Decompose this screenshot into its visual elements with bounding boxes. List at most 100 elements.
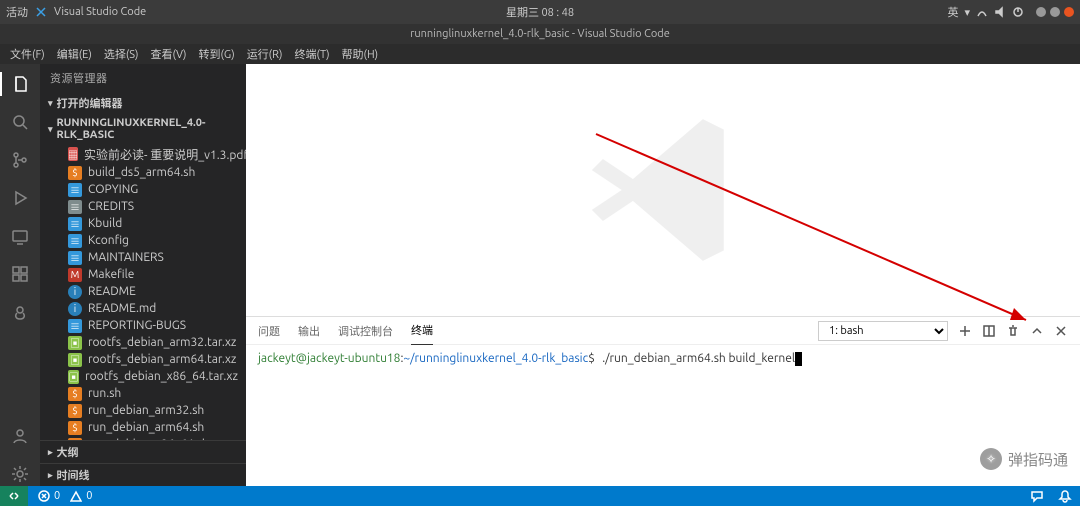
file-item[interactable]: ▦实验前必读- 重要说明_v1.3.pdf (40, 144, 246, 164)
menu-go[interactable]: 转到(G) (194, 46, 238, 62)
file-icon: $ (68, 404, 82, 418)
warning-icon (70, 490, 82, 502)
file-item[interactable]: ▣ rootfs_debian_x86_64.tar.xz (40, 368, 246, 385)
tab-output[interactable]: 输出 (298, 317, 320, 345)
outline-section[interactable]: ▸ 大纲 (40, 440, 246, 463)
file-name: rootfs_debian_x86_64.tar.xz (85, 370, 238, 383)
menu-help[interactable]: 帮助(H) (338, 46, 383, 62)
file-icon: ≡ (68, 217, 82, 231)
file-name: build_ds5_arm64.sh (88, 166, 195, 179)
menu-edit[interactable]: 编辑(E) (53, 46, 96, 62)
search-icon[interactable] (8, 110, 32, 134)
terminal-selector[interactable]: 1: bash (818, 321, 948, 341)
ime-indicator[interactable]: 英 (947, 4, 958, 20)
prompt-symbol: $ (588, 352, 595, 365)
split-terminal-icon[interactable] (982, 324, 996, 338)
menu-file[interactable]: 文件(F) (6, 46, 49, 62)
extensions-icon[interactable] (8, 262, 32, 286)
chevron-right-icon: ▸ (48, 470, 53, 481)
file-icon: ▣ (68, 370, 79, 384)
watermark-icon: ✧ (980, 448, 1002, 470)
vscode-app-icon (34, 5, 48, 19)
file-icon: ▣ (68, 336, 82, 350)
file-item[interactable]: MMakefile (40, 266, 246, 283)
error-icon (38, 490, 50, 502)
prompt-path: ~/runninglinuxkernel_4.0-rlk_basic (403, 352, 588, 365)
menu-terminal[interactable]: 终端(T) (290, 46, 333, 62)
sound-icon[interactable] (994, 6, 1006, 18)
file-item[interactable]: ▣rootfs_debian_arm32.tar.xz (40, 334, 246, 351)
window-minimize-icon[interactable] (1036, 7, 1046, 17)
file-name: 实验前必读- 重要说明_v1.3.pdf (84, 146, 246, 163)
desktop-topbar: 活动 Visual Studio Code 星期三 08 : 48 英 ▾ (0, 0, 1080, 24)
terminal-command-text: ./run_debian_arm64.sh build_kernel (602, 352, 795, 365)
file-item[interactable]: $ run_debian_arm32.sh (40, 402, 246, 419)
tab-debug-console[interactable]: 调试控制台 (338, 317, 393, 345)
file-name: run_debian_arm32.sh (88, 404, 204, 417)
file-icon: i (68, 302, 82, 316)
watermark-text: 弹指码通 (1008, 449, 1068, 470)
notifications-icon[interactable] (1058, 489, 1072, 503)
source-control-icon[interactable] (8, 148, 32, 172)
window-maximize-icon[interactable] (1050, 7, 1060, 17)
panel-close-icon[interactable] (1054, 324, 1068, 338)
file-item[interactable]: iREADME (40, 283, 246, 300)
file-item[interactable]: ≡REPORTING-BUGS (40, 317, 246, 334)
file-item[interactable]: ≡COPYING (40, 181, 246, 198)
menu-view[interactable]: 查看(V) (147, 46, 191, 62)
file-item[interactable]: $ build_ds5_arm64.sh (40, 164, 246, 181)
activities-label[interactable]: 活动 (6, 4, 28, 20)
file-item[interactable]: iREADME.md (40, 300, 246, 317)
menu-run[interactable]: 运行(R) (243, 46, 287, 62)
remote-indicator[interactable] (0, 486, 28, 506)
tab-terminal[interactable]: 终端 (411, 316, 433, 345)
window-title: runninglinuxkernel_4.0-rlk_basic - Visua… (0, 24, 1080, 44)
timeline-section[interactable]: ▸ 时间线 (40, 463, 246, 486)
clock[interactable]: 星期三 08 : 48 (506, 4, 574, 20)
tab-problems[interactable]: 问题 (258, 317, 280, 345)
status-errors[interactable]: 0 (38, 490, 60, 502)
window-close-icon[interactable] (1064, 7, 1074, 17)
panel-maximize-icon[interactable] (1030, 324, 1044, 338)
file-item[interactable]: ≡MAINTAINERS (40, 249, 246, 266)
prompt-user: jackeyt@jackeyt-ubuntu18 (258, 352, 400, 365)
file-name: README (88, 285, 136, 298)
new-terminal-icon[interactable] (958, 324, 972, 338)
file-icon: $ (68, 166, 82, 180)
file-item[interactable]: $run.sh (40, 385, 246, 402)
folder-name: RUNNINGLINUXKERNEL_4.0-RLK_BASIC (57, 117, 238, 141)
network-icon[interactable] (976, 6, 988, 18)
feedback-icon[interactable] (1030, 489, 1044, 503)
file-icon: M (68, 268, 82, 282)
status-warnings[interactable]: 0 (70, 490, 92, 502)
explorer-title: 资源管理器 (40, 64, 246, 92)
file-item[interactable]: ≡CREDITS (40, 198, 246, 215)
file-item[interactable]: ▣rootfs_debian_arm64.tar.xz (40, 351, 246, 368)
app-name: Visual Studio Code (54, 6, 146, 18)
file-item[interactable]: ≡Kbuild (40, 215, 246, 232)
file-item[interactable]: ≡Kconfig (40, 232, 246, 249)
menu-select[interactable]: 选择(S) (100, 46, 143, 62)
activity-bar (0, 64, 40, 486)
remote-explorer-icon[interactable] (8, 224, 32, 248)
file-name: Kconfig (88, 234, 129, 247)
kill-terminal-icon[interactable] (1006, 324, 1020, 338)
run-debug-icon[interactable] (8, 186, 32, 210)
folder-header[interactable]: ▾ RUNNINGLINUXKERNEL_4.0-RLK_BASIC (40, 114, 246, 144)
open-editors-section[interactable]: ▾ 打开的编辑器 (40, 92, 246, 114)
settings-gear-icon[interactable] (8, 462, 32, 486)
error-count: 0 (54, 490, 60, 502)
empty-editor (246, 64, 1080, 316)
file-icon: ▣ (68, 353, 82, 367)
warning-count: 0 (86, 490, 92, 502)
power-icon[interactable] (1012, 6, 1024, 18)
explorer-icon[interactable] (0, 72, 40, 96)
linux-icon[interactable] (8, 300, 32, 324)
account-icon[interactable] (8, 424, 32, 448)
main-area: 资源管理器 ▾ 打开的编辑器 ▾ RUNNINGLINUXKERNEL_4.0-… (0, 64, 1080, 486)
terminal-body[interactable]: jackeyt@jackeyt-ubuntu18:~/runninglinuxk… (246, 345, 1080, 486)
file-name: run_debian_arm64.sh (88, 421, 204, 434)
file-icon: $ (68, 421, 82, 435)
file-icon: ≡ (68, 251, 82, 265)
file-item[interactable]: $ run_debian_arm64.sh (40, 419, 246, 436)
